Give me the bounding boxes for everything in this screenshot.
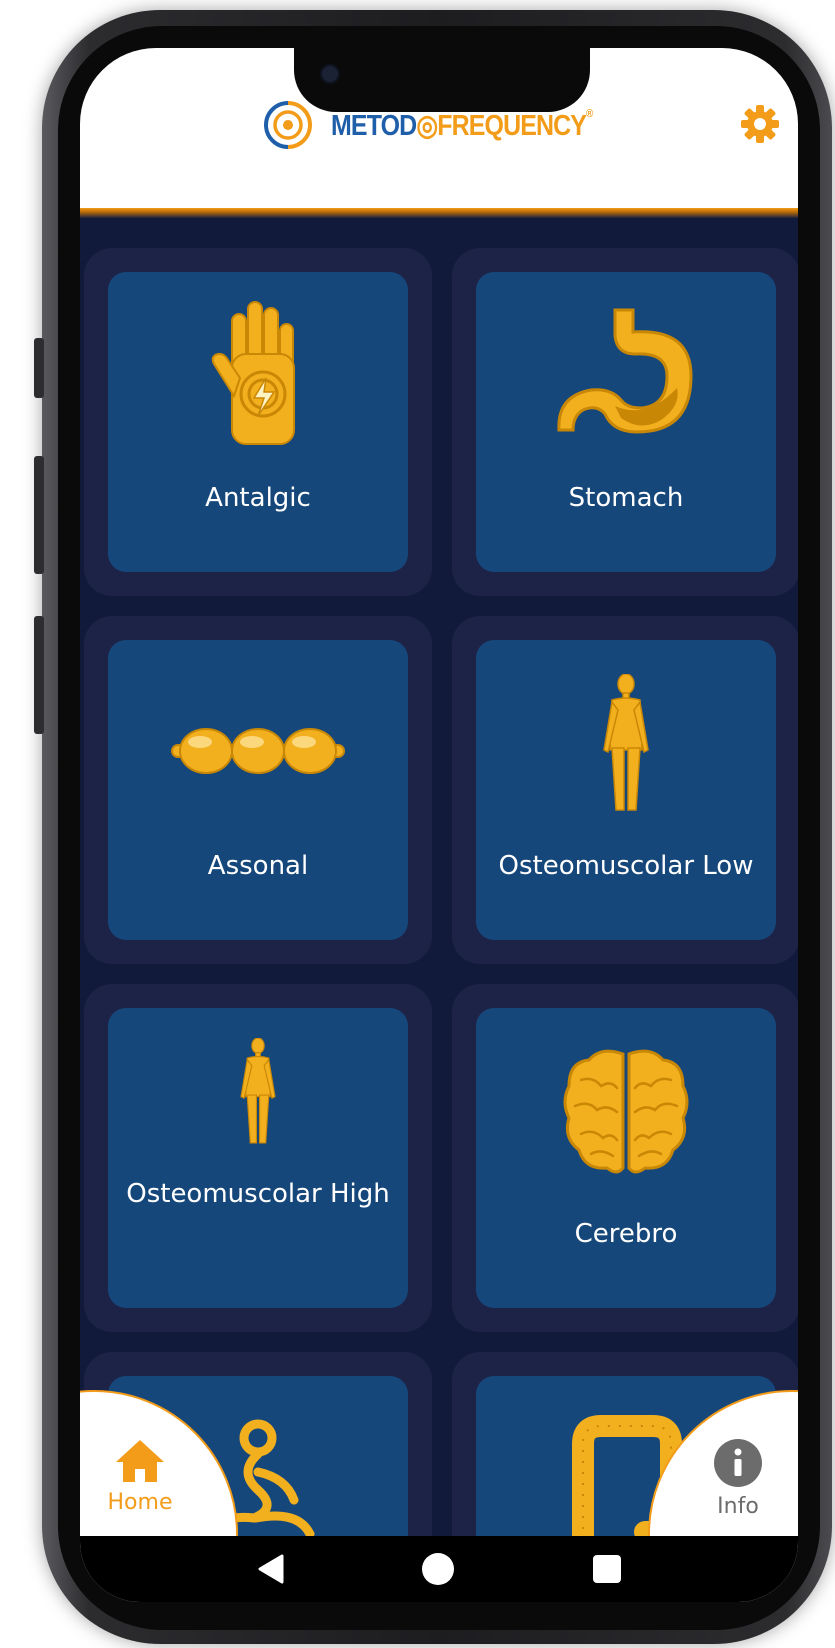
tile-card: Cerebro bbox=[476, 1008, 776, 1308]
logo-text-metod: METOD bbox=[331, 109, 417, 142]
recents-square-icon[interactable] bbox=[592, 1554, 622, 1584]
info-icon bbox=[714, 1439, 762, 1487]
human-body-small-icon bbox=[108, 1038, 408, 1146]
header-divider bbox=[80, 208, 798, 218]
phone-mute-switch bbox=[34, 338, 44, 398]
gear-icon[interactable] bbox=[740, 104, 780, 144]
tile-label: Assonal bbox=[207, 851, 309, 881]
tile-label: Osteomuscolar Low bbox=[498, 851, 754, 881]
target-logo-icon bbox=[264, 101, 312, 149]
nav-home[interactable]: Home bbox=[80, 1438, 200, 1515]
tile-label: Stomach bbox=[568, 483, 684, 513]
phone-screen: METOD◎FREQUENCY® Antalgic Stomach Assona… bbox=[80, 48, 798, 1602]
nav-home-label: Home bbox=[107, 1490, 173, 1515]
tile-assonal[interactable]: Assonal bbox=[84, 616, 432, 964]
system-navigation-bar bbox=[80, 1536, 798, 1602]
axon-beads-icon bbox=[108, 724, 408, 778]
nav-info[interactable]: Info bbox=[678, 1438, 798, 1519]
hand-lightning-icon bbox=[108, 298, 408, 448]
logo-text-o-glyph: ◎ bbox=[416, 109, 438, 142]
tile-card: Osteomuscolar Low bbox=[476, 640, 776, 940]
phone-volume-up-button bbox=[34, 456, 44, 574]
tile-card: Antalgic bbox=[108, 272, 408, 572]
tile-antalgic[interactable]: Antalgic bbox=[84, 248, 432, 596]
tile-card: Osteomuscolar High bbox=[108, 1008, 408, 1308]
tile-stomach[interactable]: Stomach bbox=[452, 248, 798, 596]
tile-label: Osteomuscolar High bbox=[126, 1179, 390, 1209]
logo-wordmark: METOD◎FREQUENCY® bbox=[331, 107, 593, 143]
nav-info-label: Info bbox=[717, 1494, 759, 1519]
tile-card: Assonal bbox=[108, 640, 408, 940]
home-circle-icon[interactable] bbox=[421, 1552, 455, 1586]
human-body-icon bbox=[476, 674, 776, 814]
tile-label: Cerebro bbox=[574, 1219, 678, 1249]
stomach-icon bbox=[476, 302, 776, 442]
tile-osteomuscolar-high[interactable]: Osteomuscolar High bbox=[84, 984, 432, 1332]
tile-cerebro[interactable]: Cerebro bbox=[452, 984, 798, 1332]
front-camera-icon bbox=[320, 64, 340, 84]
back-triangle-icon[interactable] bbox=[256, 1554, 286, 1584]
tile-osteomuscolar-low[interactable]: Osteomuscolar Low bbox=[452, 616, 798, 964]
logo-text-frequency: FREQUENCY bbox=[437, 109, 587, 142]
logo-registered-mark: ® bbox=[586, 107, 593, 120]
phone-notch bbox=[294, 48, 590, 112]
category-grid: Antalgic Stomach Assonal Osteomuscolar L… bbox=[80, 218, 798, 1602]
tile-card: Stomach bbox=[476, 272, 776, 572]
home-icon bbox=[116, 1440, 164, 1482]
tile-label: Antalgic bbox=[205, 483, 311, 513]
brain-icon bbox=[476, 1046, 776, 1178]
phone-volume-down-button bbox=[34, 616, 44, 734]
